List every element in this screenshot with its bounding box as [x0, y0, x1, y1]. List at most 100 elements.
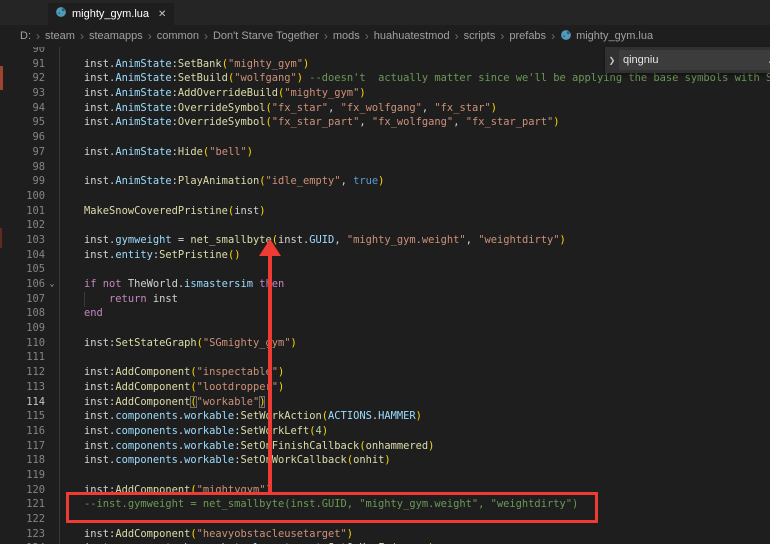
code-line[interactable]: 104 inst.entity:SetPristine()	[0, 248, 770, 263]
code-text: MakeSnowCoveredPristine(inst)	[59, 204, 265, 219]
line-number[interactable]: 122	[0, 512, 45, 527]
close-icon[interactable]: ✕	[158, 9, 166, 20]
code-line[interactable]: 98	[0, 160, 770, 175]
line-number[interactable]: 95	[0, 115, 45, 130]
fold-gutter	[45, 86, 59, 101]
breadcrumb-item[interactable]: huahuatestmod	[374, 30, 450, 42]
code-line[interactable]: 119	[0, 468, 770, 483]
fold-gutter	[45, 101, 59, 116]
code-text: inst.components.workable:SetWorkLeft(4)	[59, 424, 328, 439]
code-text: inst:AddComponent("heavyobstacleusetarge…	[59, 527, 353, 542]
breadcrumb-separator-icon: ›	[324, 29, 328, 43]
breadcrumb-separator-icon: ›	[500, 29, 504, 43]
line-number[interactable]: 120	[0, 483, 45, 498]
code-line[interactable]: 92 inst.AnimState:SetBuild("wolfgang") -…	[0, 71, 770, 86]
code-line[interactable]: 95 inst.AnimState:OverrideSymbol("fx_sta…	[0, 115, 770, 130]
code-line[interactable]: 101 MakeSnowCoveredPristine(inst)	[0, 204, 770, 219]
chevron-right-icon[interactable]: ❯	[605, 47, 619, 73]
breadcrumb-item[interactable]: steam	[45, 30, 75, 42]
breadcrumb-item[interactable]: common	[157, 30, 199, 42]
breadcrumb-item-label: Don't Starve Together	[213, 30, 319, 42]
lua-file-icon	[55, 5, 67, 23]
code-line[interactable]: 117 inst.components.workable:SetOnFinish…	[0, 439, 770, 454]
code-text: inst.AnimState:SetBank("mighty_gym")	[59, 57, 309, 72]
code-text: inst:AddComponent("workable")	[59, 395, 265, 410]
breadcrumb-separator-icon: ›	[365, 29, 369, 43]
line-number[interactable]: 106	[0, 277, 45, 292]
line-number[interactable]: 112	[0, 365, 45, 380]
code-area[interactable]: 9091 inst.AnimState:SetBank("mighty_gym"…	[0, 42, 770, 544]
breadcrumb-item[interactable]: Don't Starve Together	[213, 30, 319, 42]
code-line[interactable]: 123 inst:AddComponent("heavyobstacleuset…	[0, 527, 770, 542]
code-line[interactable]: 99 inst.AnimState:PlayAnimation("idle_em…	[0, 174, 770, 189]
code-text: inst.components.workable:SetOnFinishCall…	[59, 439, 434, 454]
code-line[interactable]: 113 inst:AddComponent("lootdropper")	[0, 380, 770, 395]
indent-guide	[84, 292, 85, 307]
line-number[interactable]: 108	[0, 306, 45, 321]
line-number[interactable]: 104	[0, 248, 45, 263]
line-number[interactable]: 97	[0, 145, 45, 160]
breadcrumb-separator-icon: ›	[36, 29, 40, 43]
code-line[interactable]: 96	[0, 130, 770, 145]
line-number[interactable]: 99	[0, 174, 45, 189]
code-line[interactable]: 105	[0, 262, 770, 277]
code-line[interactable]: 109	[0, 321, 770, 336]
code-line[interactable]: 118 inst.components.workable:SetOnWorkCa…	[0, 453, 770, 468]
breadcrumb-item[interactable]: mighty_gym.lua	[560, 29, 653, 44]
code-line[interactable]: 103 inst.gymweight = net_smallbyte(inst.…	[0, 233, 770, 248]
code-line[interactable]: 93 inst.AnimState:AddOverrideBuild("migh…	[0, 86, 770, 101]
code-line[interactable]: 115 inst.components.workable:SetWorkActi…	[0, 409, 770, 424]
line-number[interactable]: 92	[0, 71, 45, 86]
line-number[interactable]: 116	[0, 424, 45, 439]
line-number[interactable]: 119	[0, 468, 45, 483]
line-number[interactable]: 117	[0, 439, 45, 454]
line-number[interactable]: 121	[0, 497, 45, 512]
code-line[interactable]: 112 inst:AddComponent("inspectable")	[0, 365, 770, 380]
line-number[interactable]: 107	[0, 292, 45, 307]
line-number[interactable]: 115	[0, 409, 45, 424]
line-number[interactable]: 96	[0, 130, 45, 145]
code-line[interactable]: 106⌄ if not TheWorld.ismastersim then	[0, 277, 770, 292]
line-number[interactable]: 91	[0, 57, 45, 72]
breadcrumb-item[interactable]: steamapps	[89, 30, 143, 42]
fold-gutter	[45, 321, 59, 336]
tab-mighty-gym[interactable]: mighty_gym.lua ✕	[48, 3, 174, 25]
line-number[interactable]: 93	[0, 86, 45, 101]
fold-gutter	[45, 204, 59, 219]
line-number[interactable]: 94	[0, 101, 45, 116]
line-number[interactable]: 118	[0, 453, 45, 468]
code-line[interactable]: 108 end	[0, 306, 770, 321]
line-number[interactable]: 102	[0, 218, 45, 233]
code-text: inst.AnimState:PlayAnimation("idle_empty…	[59, 174, 384, 189]
line-number[interactable]: 105	[0, 262, 45, 277]
code-line[interactable]: 116 inst.components.workable:SetWorkLeft…	[0, 424, 770, 439]
breadcrumb-separator-icon: ›	[80, 29, 84, 43]
line-number[interactable]: 101	[0, 204, 45, 219]
line-number[interactable]: 103	[0, 233, 45, 248]
code-line[interactable]: 107 return inst	[0, 292, 770, 307]
code-line[interactable]: 111	[0, 350, 770, 365]
line-number[interactable]: 109	[0, 321, 45, 336]
breadcrumb-item[interactable]: prefabs	[509, 30, 546, 42]
breadcrumb-item[interactable]: scripts	[464, 30, 496, 42]
line-number[interactable]: 110	[0, 336, 45, 351]
fold-chevron-icon[interactable]: ⌄	[45, 277, 59, 292]
code-line[interactable]: 110 inst:SetStateGraph("SGmighty_gym")	[0, 336, 770, 351]
line-number[interactable]: 123	[0, 527, 45, 542]
line-number[interactable]: 111	[0, 350, 45, 365]
code-line[interactable]: 94 inst.AnimState:OverrideSymbol("fx_sta…	[0, 101, 770, 116]
line-number[interactable]: 100	[0, 189, 45, 204]
code-line[interactable]: 114 inst:AddComponent("workable")	[0, 395, 770, 410]
code-line[interactable]: 97 inst.AnimState:Hide("bell")	[0, 145, 770, 160]
find-input[interactable]	[619, 54, 769, 66]
line-number[interactable]: 98	[0, 160, 45, 175]
breadcrumb-item[interactable]: D:	[20, 30, 31, 42]
code-text: inst.AnimState:OverrideSymbol("fx_star",…	[59, 101, 497, 116]
breadcrumb-item[interactable]: mods	[333, 30, 360, 42]
code-line[interactable]: 102	[0, 218, 770, 233]
line-number[interactable]: 113	[0, 380, 45, 395]
breadcrumb-item-label: steam	[45, 30, 75, 42]
code-line[interactable]: 100	[0, 189, 770, 204]
code-text: inst.gymweight = net_smallbyte(inst.GUID…	[59, 233, 566, 248]
line-number[interactable]: 114	[0, 395, 45, 410]
